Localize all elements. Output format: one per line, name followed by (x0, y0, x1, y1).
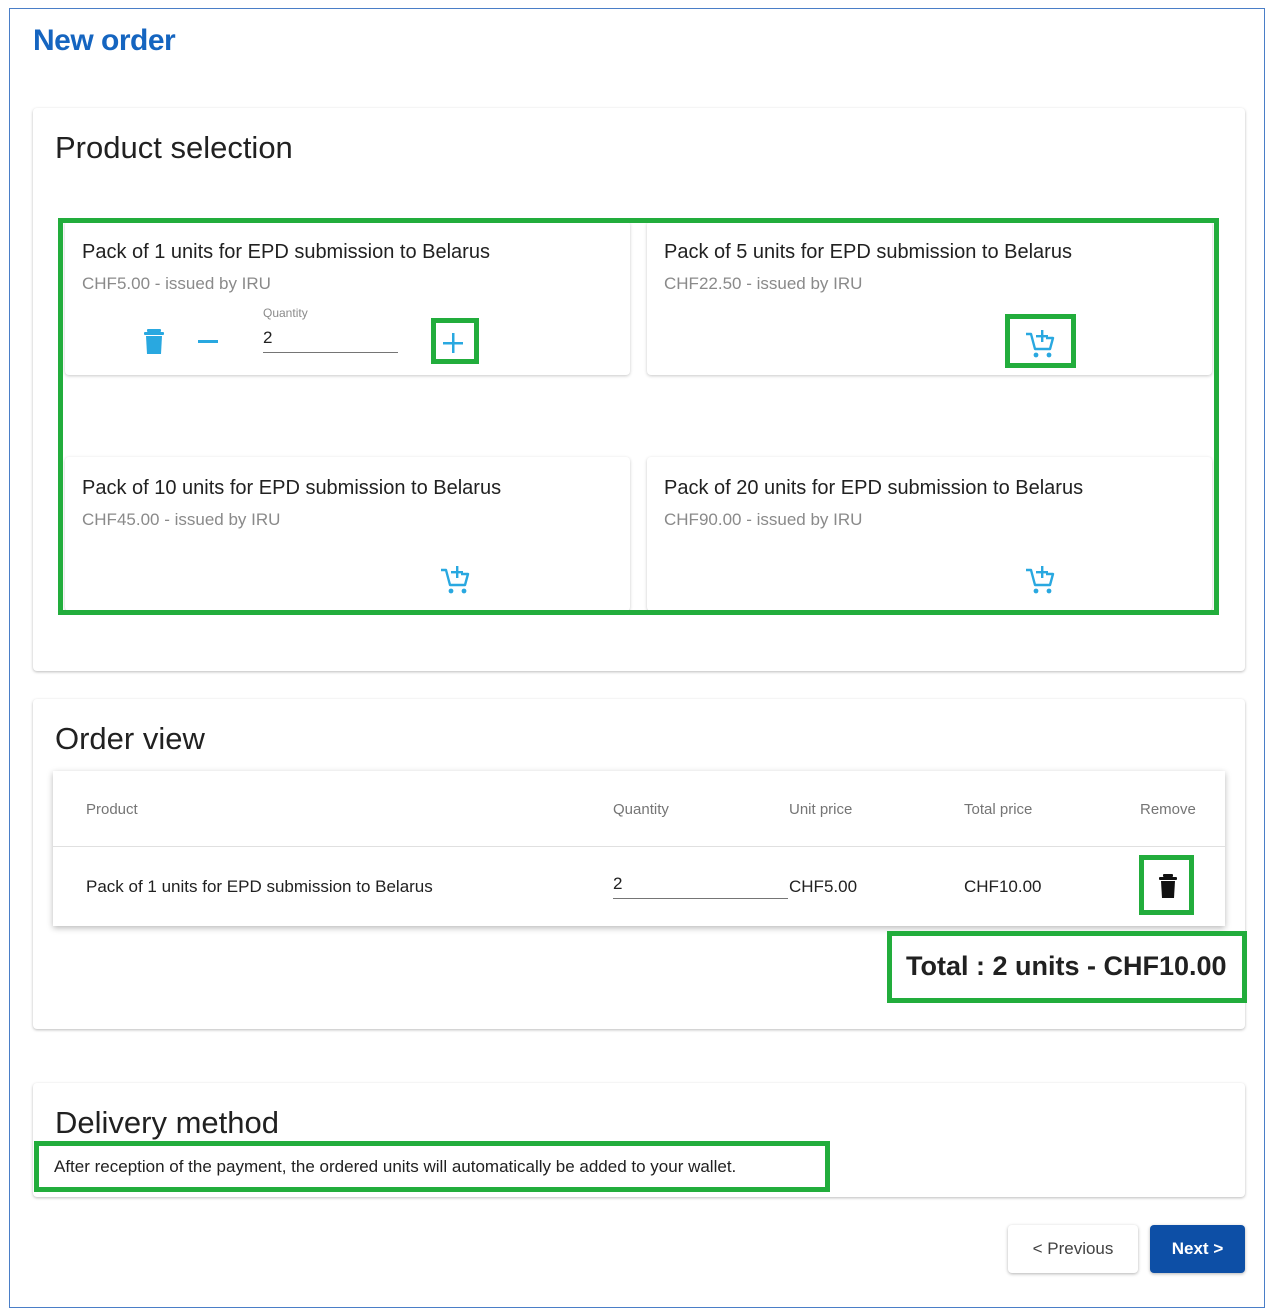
cell-unit-price: CHF5.00 (789, 877, 858, 896)
add-to-cart-icon[interactable] (1025, 329, 1055, 359)
product-price: CHF5.00 - issued by IRU (82, 274, 271, 293)
column-header-unit-price: Unit price (789, 801, 853, 818)
cell-total-price: CHF10.00 (964, 877, 1042, 896)
plus-icon[interactable] (443, 333, 463, 353)
previous-button[interactable]: < Previous (1008, 1225, 1138, 1273)
add-to-cart-icon[interactable] (440, 565, 470, 595)
order-table: Product Quantity Unit price Total price … (53, 771, 1225, 926)
cell-product: Pack of 1 units for EPD submission to Be… (86, 877, 433, 896)
product-name: Pack of 20 units for EPD submission to B… (664, 477, 1084, 499)
minus-icon[interactable] (198, 340, 218, 344)
add-to-cart-icon[interactable] (1025, 565, 1055, 595)
row-divider (53, 846, 1225, 847)
product-name: Pack of 1 units for EPD submission to Be… (82, 241, 490, 263)
product-price: CHF45.00 - issued by IRU (82, 510, 281, 529)
product-price: CHF22.50 - issued by IRU (664, 274, 863, 293)
product-card-4: Pack of 20 units for EPD submission to B… (647, 457, 1212, 611)
order-view-card: Order view Product Quantity Unit price T… (33, 699, 1245, 1029)
order-quantity-input[interactable] (613, 874, 788, 899)
delivery-description: After reception of the payment, the orde… (54, 1157, 737, 1176)
delivery-method-title: Delivery method (55, 1105, 279, 1140)
product-name: Pack of 10 units for EPD submission to B… (82, 477, 502, 499)
delivery-method-card: Delivery method After reception of the p… (33, 1083, 1245, 1197)
page-title: New order (33, 24, 176, 57)
product-card-2: Pack of 5 units for EPD submission to Be… (647, 221, 1212, 375)
product-price: CHF90.00 - issued by IRU (664, 510, 863, 529)
column-header-remove: Remove (1140, 801, 1196, 818)
column-header-total-price: Total price (964, 801, 1033, 818)
trash-icon[interactable] (143, 329, 165, 355)
column-header-product: Product (86, 801, 138, 818)
order-view-title: Order view (55, 721, 205, 756)
trash-icon[interactable] (1159, 874, 1177, 898)
product-card-1: Pack of 1 units for EPD submission to Be… (65, 221, 630, 375)
product-name: Pack of 5 units for EPD submission to Be… (664, 241, 1072, 263)
quantity-input[interactable] (263, 328, 398, 353)
product-selection-title: Product selection (55, 130, 293, 165)
next-button[interactable]: Next > (1150, 1225, 1245, 1273)
order-total: Total : 2 units - CHF10.00 (906, 951, 1227, 981)
quantity-label: Quantity (263, 306, 308, 320)
product-card-3: Pack of 10 units for EPD submission to B… (65, 457, 630, 611)
column-header-quantity: Quantity (613, 801, 669, 818)
product-selection-card: Product selection Pack of 1 units for EP… (33, 108, 1245, 671)
